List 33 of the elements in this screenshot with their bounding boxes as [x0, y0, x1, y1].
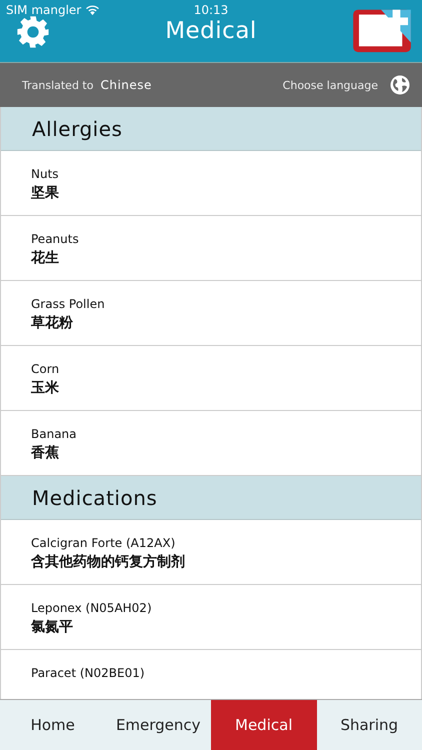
translated-label: Translated to: [22, 78, 94, 92]
wifi-icon: [85, 4, 100, 16]
list-item[interactable]: Peanuts 花生: [1, 216, 421, 281]
item-translation: 香蕉: [31, 444, 60, 462]
item-name: Calcigran Forte (A12AX): [31, 536, 176, 550]
item-name: Leponex (N05AH02): [31, 601, 153, 615]
item-name: Corn: [31, 362, 60, 376]
page-title: Medical: [164, 18, 258, 44]
item-translation: 草花粉: [31, 314, 74, 332]
settings-icon[interactable]: [16, 15, 50, 49]
list-item[interactable]: Nuts 坚果: [1, 151, 421, 216]
section-header: Allergies: [1, 107, 421, 151]
status-time: 10:13: [192, 3, 230, 17]
language-name: Chinese: [100, 78, 153, 92]
carrier-text: SIM mangler: [6, 3, 82, 17]
item-translation: 花生: [31, 249, 60, 267]
item-translation: 坚果: [31, 184, 60, 202]
item-name: Banana: [31, 427, 78, 441]
list-item[interactable]: Grass Pollen 草花粉: [1, 281, 421, 346]
choose-language-link[interactable]: Choose language: [282, 78, 378, 92]
item-translation: 玉米: [31, 379, 60, 397]
tab[interactable]: Medical: [211, 700, 316, 750]
item-name: Paracet (N02BE01): [31, 666, 146, 680]
globe-icon[interactable]: [390, 75, 410, 95]
list-item[interactable]: Calcigran Forte (A12AX) 含其他药物的钙复方制剂: [1, 520, 421, 585]
item-name: Grass Pollen: [31, 297, 106, 311]
item-name: Peanuts: [31, 232, 80, 246]
list-item[interactable]: Corn 玉米: [1, 346, 421, 411]
item-name: Nuts: [31, 167, 60, 181]
item-translation: 含其他药物的钙复方制剂: [31, 553, 186, 571]
section-header: Medications: [1, 476, 421, 520]
list-item[interactable]: Leponex (N05AH02) 氯氮平: [1, 585, 421, 650]
item-translation: 氯氮平: [31, 618, 74, 636]
